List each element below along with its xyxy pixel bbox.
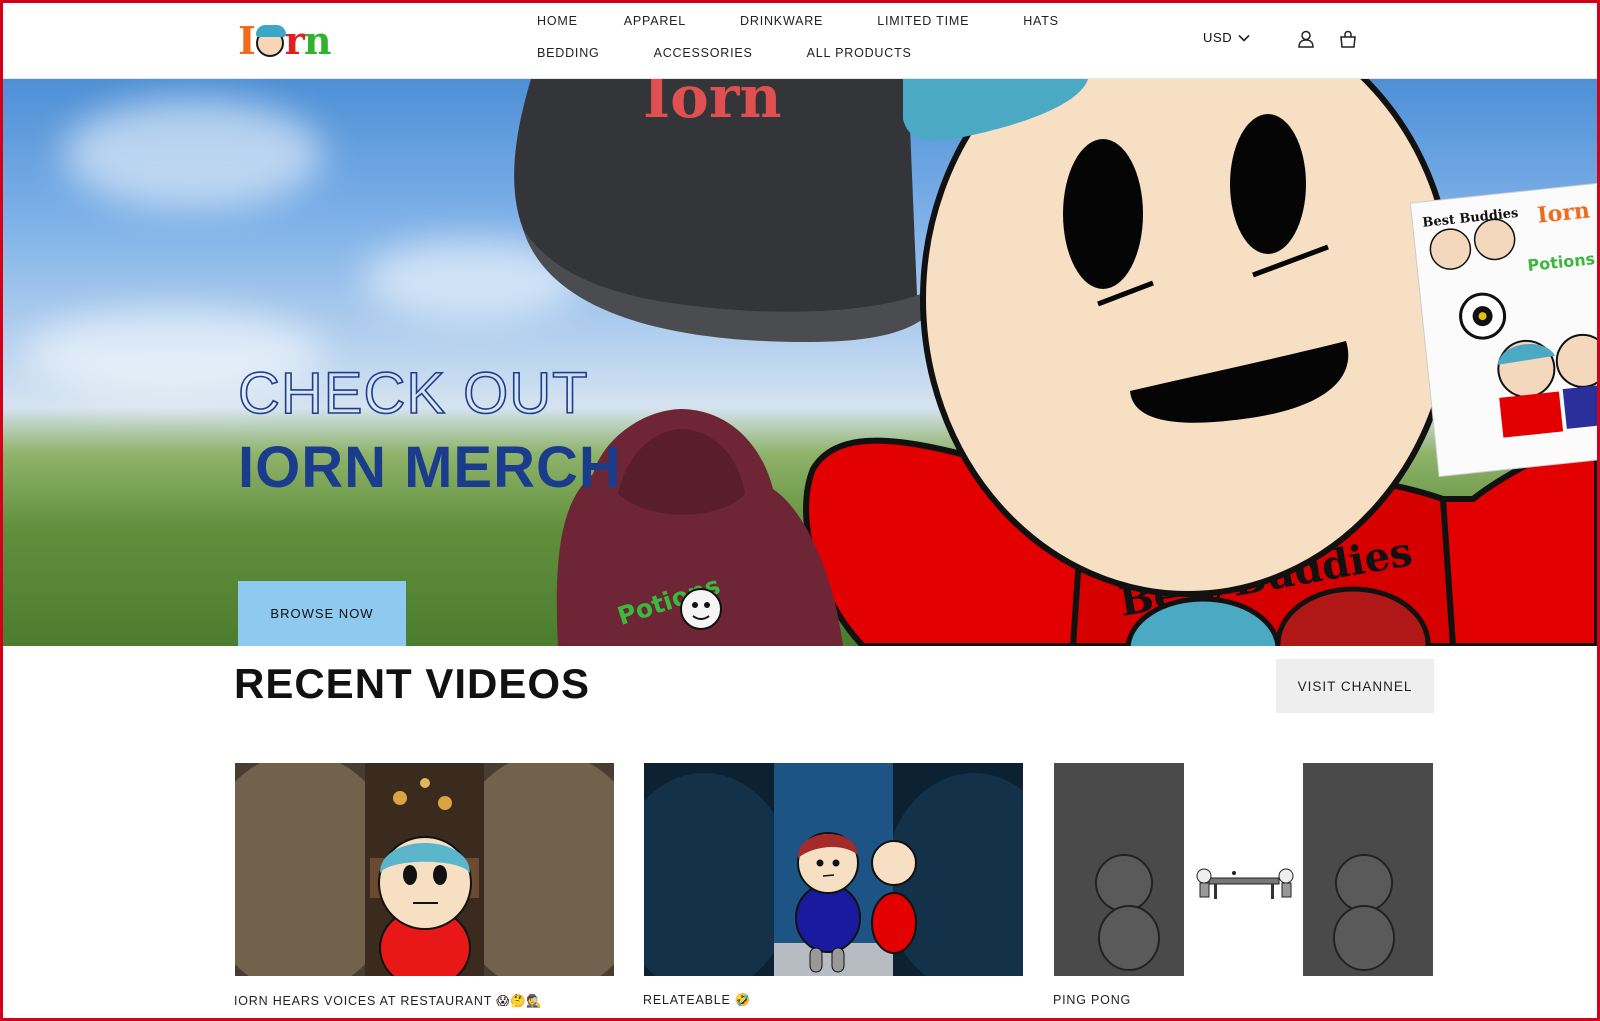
shopping-bag-icon (1340, 30, 1356, 48)
logo-face-icon (255, 25, 286, 57)
video-thumbnail-image (1054, 763, 1433, 976)
cap-print: Iorn (643, 79, 782, 131)
user-icon (1298, 30, 1314, 48)
nav-bedding[interactable]: BEDDING (537, 46, 600, 64)
nav-row-1: HOME APPAREL DRINKWARE LIMITED TIME HATS (537, 14, 1097, 32)
hero-heading: CHECK OUT IORN MERCH (237, 357, 622, 505)
hero-heading-line-2: IORN MERCH (238, 435, 622, 500)
main-nav: HOME APPAREL DRINKWARE LIMITED TIME HATS… (537, 14, 1097, 78)
video-thumbnail-image (235, 763, 614, 976)
visit-channel-button[interactable]: VISIT CHANNEL (1276, 659, 1434, 713)
site-logo[interactable]: Irn (238, 18, 331, 63)
nav-apparel[interactable]: APPAREL (624, 14, 686, 32)
recent-videos-title: RECENT VIDEOS (234, 660, 591, 707)
cart-button[interactable] (1338, 29, 1358, 49)
account-button[interactable] (1296, 29, 1316, 49)
nav-all-products[interactable]: ALL PRODUCTS (807, 46, 912, 64)
cap-image: Iorn (514, 79, 928, 343)
video-title-2[interactable]: RELATEABLE 🤣 (643, 993, 751, 1008)
video-title-3[interactable]: PING PONG (1053, 993, 1131, 1007)
browse-now-button[interactable]: BROWSE NOW (238, 581, 406, 646)
hero-banner: Iorn Best Buddies Best Buddies Iorn Poti… (3, 79, 1597, 646)
nav-drinkware[interactable]: DRINKWARE (740, 14, 823, 32)
video-thumbnail-2[interactable] (644, 763, 1023, 976)
video-title-1[interactable]: IORN HEARS VOICES AT RESTAURANT 😱🤔🕵️ (234, 993, 543, 1009)
nav-home[interactable]: HOME (537, 14, 578, 32)
nav-hats[interactable]: HATS (1023, 14, 1059, 32)
video-thumbnail-3[interactable] (1054, 763, 1433, 976)
video-thumbnail-1[interactable] (235, 763, 614, 976)
nav-accessories[interactable]: ACCESSORIES (654, 46, 753, 64)
currency-selector[interactable]: USD (1203, 30, 1250, 45)
chevron-down-icon (1238, 34, 1250, 42)
site-header: Irn HOME APPAREL DRINKWARE LIMITED TIME … (0, 0, 1600, 79)
nav-limited-time[interactable]: LIMITED TIME (877, 14, 969, 32)
sticker-sheet-image: Best Buddies Iorn Potions (1409, 182, 1597, 478)
video-thumbnail-image (644, 763, 1023, 976)
card-logo: Iorn (1536, 197, 1591, 228)
currency-label: USD (1203, 30, 1233, 45)
nav-row-2: BEDDING ACCESSORIES ALL PRODUCTS (537, 46, 1097, 64)
hero-heading-line-1: CHECK OUT (237, 360, 589, 427)
